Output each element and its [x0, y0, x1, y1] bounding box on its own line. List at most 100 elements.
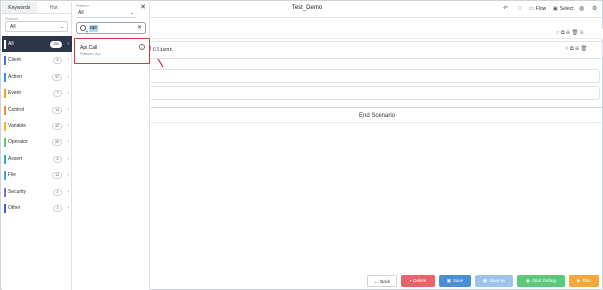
page-title: Test_Demo: [291, 5, 323, 11]
category-color-bar: [4, 89, 6, 99]
start-debug-button[interactable]: ◉ Start Debug: [517, 275, 565, 287]
category-label: All: [8, 41, 14, 47]
search-value[interactable]: api: [89, 25, 98, 32]
bell-icon[interactable]: ♢: [517, 6, 522, 13]
delete-button[interactable]: ▪ Delete: [401, 275, 435, 287]
category-count: 97: [52, 73, 62, 81]
category-label: Client: [8, 57, 21, 64]
category-assert[interactable]: Assert 5 ›: [2, 151, 72, 167]
chevron-right-icon: ›: [67, 90, 69, 97]
client-step-actions: ○⧉⊕🗑: [565, 46, 589, 53]
category-client[interactable]: Client 5 ›: [2, 52, 72, 68]
clear-search-icon[interactable]: ✕: [137, 24, 142, 31]
step-slot[interactable]: [151, 69, 600, 83]
category-color-bar: [4, 203, 6, 213]
popup-platform-value: All: [78, 10, 84, 16]
result-subtitle: Platform: Api: [80, 52, 101, 56]
client-step-label: Client: [153, 46, 173, 53]
chevron-right-icon: ›: [67, 204, 69, 211]
category-other[interactable]: Other 3 ›: [2, 200, 72, 216]
back-button[interactable]: ← Back: [367, 275, 397, 287]
category-operator[interactable]: Operator 26 ›: [2, 134, 72, 150]
step-actions: ○⧉⊕🗑⊝: [556, 30, 585, 37]
popup-platform-select[interactable]: All ⌄: [76, 8, 136, 18]
category-count: 5: [53, 57, 62, 65]
chevron-right-icon: ›: [67, 155, 69, 162]
keyword-sidebar: Keywords Hot Platform All ⌄ All 250 › Cl…: [2, 2, 72, 290]
category-label: Assert: [8, 155, 23, 162]
category-label: Variable: [8, 122, 26, 129]
display-icon[interactable]: ◍: [579, 6, 584, 13]
chevron-right-icon: ›: [67, 139, 69, 146]
keyword-search-input[interactable]: api ✕: [76, 22, 146, 34]
scenario-step-row[interactable]: ○⧉⊕🗑⊝: [151, 29, 603, 39]
info-icon[interactable]: i: [139, 44, 145, 50]
category-label: Operator: [8, 139, 28, 146]
category-count: 3: [53, 204, 62, 212]
search-result-api-call[interactable]: Api Call Platform: Api i: [74, 38, 150, 64]
chevron-right-icon: ›: [67, 57, 69, 64]
category-action[interactable]: Action 97 ›: [2, 69, 72, 85]
chevron-right-icon: ›: [67, 188, 69, 195]
category-count: 250: [50, 41, 62, 48]
more-icon[interactable]: ⊝: [580, 30, 585, 36]
debug-icon: ◉: [526, 278, 530, 283]
category-color-bar: [4, 187, 6, 197]
run-label: Run: [582, 278, 591, 283]
settings-icon[interactable]: ⚙: [592, 6, 597, 13]
back-label: Back: [380, 279, 391, 284]
category-count: 7: [53, 90, 62, 98]
client-step-row[interactable]: Client ○⧉⊕🗑: [151, 41, 603, 59]
chevron-right-icon: ›: [67, 122, 69, 129]
category-label: Control: [8, 106, 25, 113]
category-count: 14: [52, 106, 62, 114]
platform-select[interactable]: All ⌄: [5, 21, 68, 32]
trash-icon: ▪: [409, 278, 412, 283]
step-slot[interactable]: [151, 86, 600, 100]
select-button[interactable]: ▣ Select: [553, 5, 574, 14]
save-as-label: Save as: [489, 278, 506, 283]
category-color-bar: [4, 138, 6, 148]
tab-hot[interactable]: Hot: [37, 2, 72, 13]
category-count: 42: [52, 122, 62, 130]
category-count: 26: [52, 139, 62, 147]
select-icon: ▣: [553, 6, 558, 12]
debug-label: Start Debug: [531, 278, 556, 283]
category-color-bar: [4, 105, 6, 115]
flow-button[interactable]: ▭ Flow: [529, 5, 546, 14]
chevron-down-icon: ⌄: [129, 10, 134, 16]
end-scenario-bar: End Scenario: [151, 107, 603, 123]
category-label: File: [8, 172, 17, 179]
save-as-button[interactable]: ▣ Save as: [475, 275, 513, 287]
category-color-bar: [4, 72, 6, 82]
chevron-right-icon: ›: [67, 106, 69, 113]
delete-icon[interactable]: 🗑: [571, 30, 579, 36]
delete-icon[interactable]: 🗑: [580, 46, 588, 52]
save-button[interactable]: ▣ Save: [439, 275, 471, 287]
flow-icon: ▭: [529, 6, 534, 12]
category-label: Other: [8, 204, 21, 211]
app-window: Keywords Hot Platform All ⌄ All 250 › Cl…: [0, 0, 603, 290]
run-button[interactable]: ▶ Run: [569, 275, 599, 287]
arrow-left-icon: ←: [373, 279, 379, 284]
select-label: Select: [559, 6, 574, 12]
category-color-bar: [4, 171, 6, 181]
chevron-right-icon: ›: [67, 172, 69, 179]
category-control[interactable]: Control 14 ›: [2, 102, 72, 118]
category-all[interactable]: All 250 ›: [2, 36, 72, 53]
category-count: 14: [52, 172, 62, 180]
category-count: 4: [53, 188, 62, 196]
close-icon[interactable]: ✕: [140, 3, 146, 11]
category-event[interactable]: Event 7 ›: [2, 85, 72, 101]
tab-keywords[interactable]: Keywords: [2, 2, 37, 13]
undo-icon[interactable]: ↶: [503, 6, 508, 13]
category-color-bar: [4, 56, 6, 66]
flow-label: Flow: [535, 6, 547, 12]
category-variable[interactable]: Variable 42 ›: [2, 118, 72, 134]
chevron-right-icon: ›: [67, 73, 69, 80]
category-security[interactable]: Security 4 ›: [2, 184, 72, 200]
category-color-bar: [4, 40, 6, 49]
save-icon: ▣: [446, 278, 451, 283]
category-file[interactable]: File 14 ›: [2, 167, 72, 183]
search-icon: [80, 25, 86, 31]
